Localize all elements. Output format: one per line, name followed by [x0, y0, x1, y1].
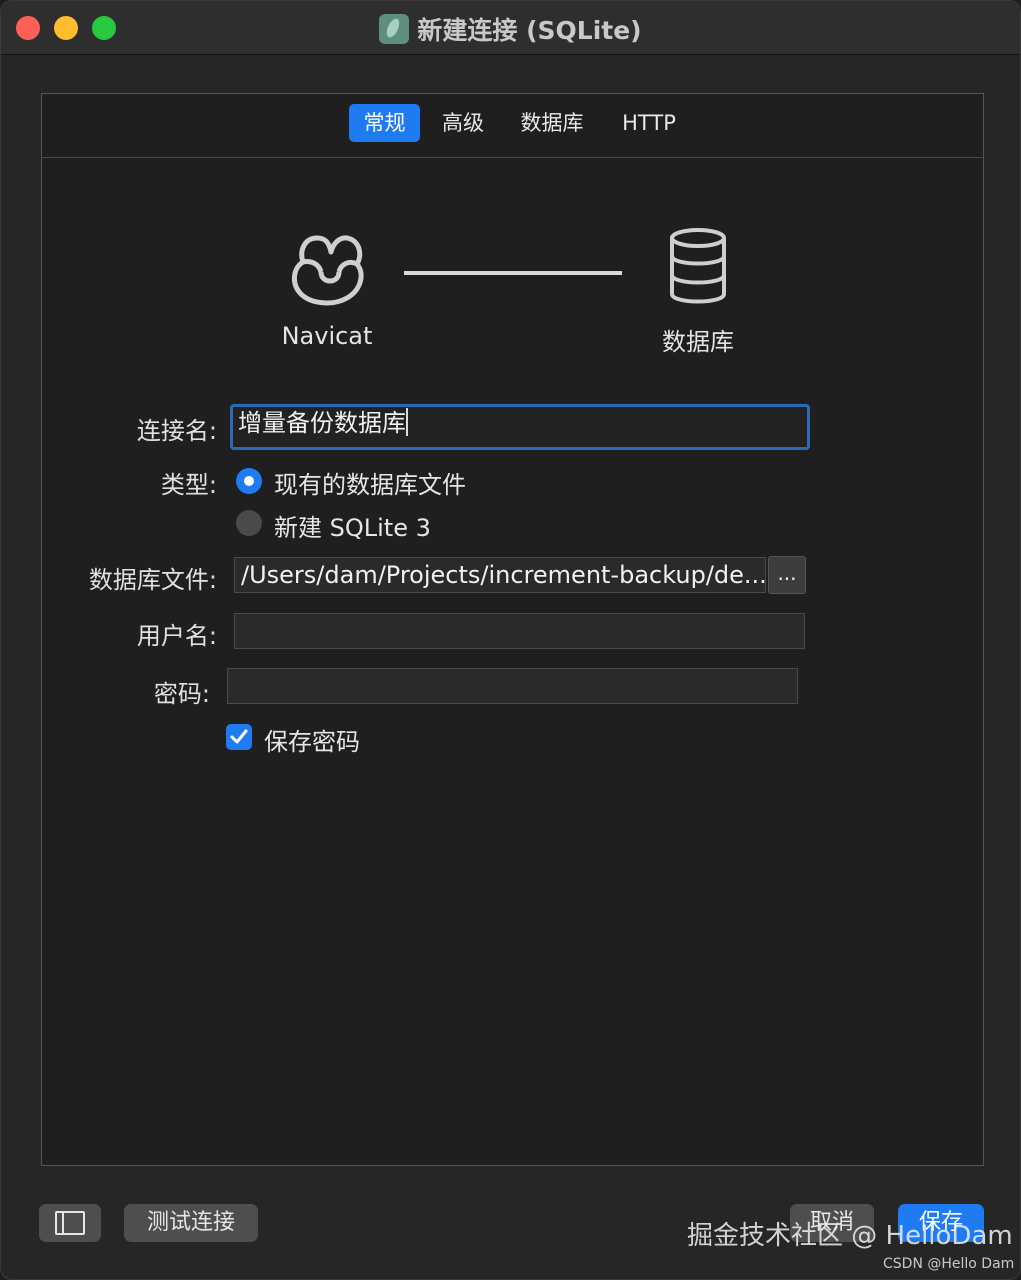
save-password-checkbox[interactable]: [226, 724, 252, 750]
browse-file-button[interactable]: ...: [768, 556, 806, 594]
window-title-group: 新建连接 (SQLite): [1, 11, 1020, 47]
window-title: 新建连接 (SQLite): [417, 16, 642, 45]
database-icon: [670, 228, 726, 304]
navicat-feather-icon: [379, 14, 410, 44]
checkmark-icon: [230, 729, 248, 744]
connection-line: [404, 271, 622, 275]
connection-name-value: 增量备份数据库: [238, 409, 406, 437]
sidebar-icon: [55, 1211, 85, 1235]
connection-name-label: 连接名:: [136, 417, 217, 445]
test-connection-button[interactable]: 测试连接: [124, 1204, 258, 1242]
database-caption: 数据库: [662, 328, 734, 356]
radio-new-sqlite3-label[interactable]: 新建 SQLite 3: [274, 508, 431, 543]
sidebar-toggle-button[interactable]: [39, 1204, 101, 1242]
password-label: 密码:: [153, 680, 210, 708]
connection-name-input[interactable]: 增量备份数据库: [230, 404, 810, 450]
db-file-label: 数据库文件:: [88, 566, 217, 594]
db-file-input[interactable]: /Users/dam/Projects/increment-backup/de.…: [234, 557, 766, 593]
connection-diagram: Navicat 数据库: [42, 94, 983, 394]
watermark-small: CSDN @Hello Dam: [883, 1256, 1015, 1272]
navicat-caption: Navicat: [281, 322, 373, 350]
navicat-logo-icon: [292, 235, 364, 306]
settings-panel: 常规 高级 数据库 HTTP Navicat 数据库 连接名: 增量备份数据库 …: [41, 93, 984, 1166]
text-caret: [406, 408, 408, 436]
title-bar: 新建连接 (SQLite): [1, 1, 1020, 55]
radio-existing-file[interactable]: [236, 468, 262, 494]
radio-existing-file-label[interactable]: 现有的数据库文件: [274, 465, 466, 500]
save-password-label[interactable]: 保存密码: [264, 722, 360, 757]
connection-window: 新建连接 (SQLite) 常规 高级 数据库 HTTP Navicat 数据库…: [0, 0, 1021, 1280]
watermark-main: 掘金技术社区 @ HelloDam: [687, 1221, 1013, 1251]
username-label: 用户名:: [136, 622, 217, 650]
username-input[interactable]: [234, 613, 805, 649]
type-label: 类型:: [160, 471, 217, 499]
password-input[interactable]: [227, 668, 798, 704]
radio-new-sqlite3[interactable]: [236, 510, 262, 536]
